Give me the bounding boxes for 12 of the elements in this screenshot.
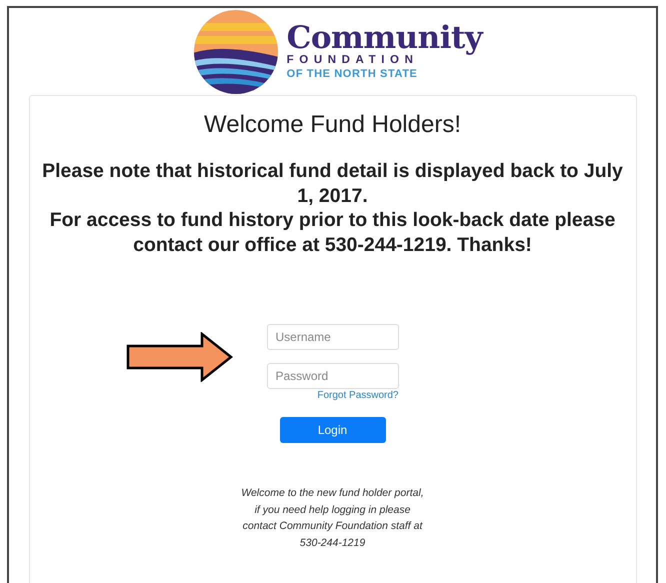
arrow-icon	[126, 332, 234, 382]
notice-text: Please note that historical fund detail is displayed back to July 1, 2017.	[41, 159, 624, 208]
logo-tagline: OF THE NORTH STATE	[286, 69, 418, 80]
forgot-password-link[interactable]: Forgot Password?	[317, 390, 398, 401]
logo-name: Community	[286, 22, 482, 54]
help-text: Welcome to the new fund holder portal, if you need help logging in please contact Community Foundation staff at 530-244-1219	[240, 486, 425, 551]
notice-text: For access to fund history prior to this look-back date please contact our office at 530-244-1219. Thanks!	[48, 208, 616, 257]
login-button[interactable]: Login	[280, 417, 386, 443]
logo-subtitle: FOUNDATION	[286, 54, 418, 66]
username-field[interactable]: Username	[266, 324, 398, 350]
password-field[interactable]: Password	[266, 363, 398, 389]
page-title: Welcome Fund Holders!	[204, 111, 461, 139]
